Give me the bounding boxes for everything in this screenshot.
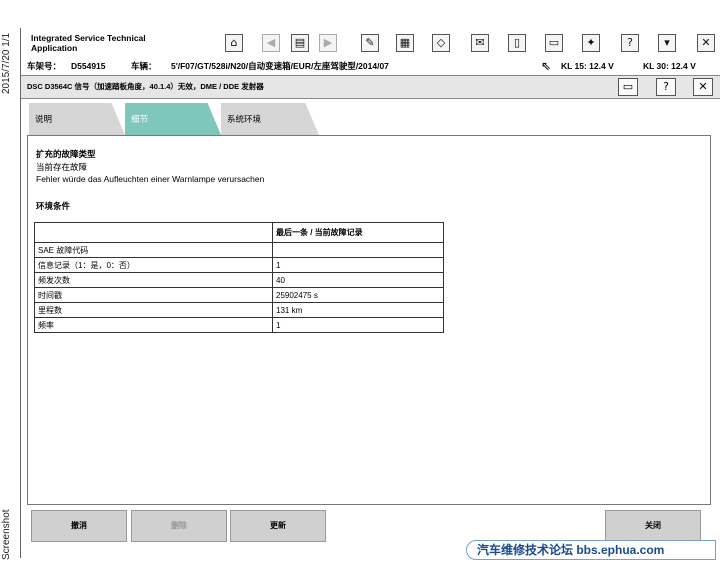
table-cell: 131 km: [272, 302, 444, 318]
table-header-cell: 最后一条 / 当前故障记录: [272, 222, 444, 243]
print-icon[interactable]: ▭: [618, 78, 638, 96]
overview-icon[interactable]: ▤: [291, 34, 309, 52]
eraser-icon[interactable]: ◇: [432, 34, 450, 52]
app-title: Integrated Service Technical Application: [31, 33, 146, 53]
table-cell: 时间戳: [34, 287, 273, 303]
table-row: SAE 故障代码: [34, 242, 444, 258]
close-icon[interactable]: ✕: [693, 78, 713, 96]
forum-watermark: 汽车维修技术论坛 bbs.ephua.com: [466, 540, 716, 560]
help-icon[interactable]: ?: [621, 34, 639, 52]
delete-button[interactable]: 删除: [131, 510, 227, 542]
kl15-voltage: KL 15: 12.4 V: [561, 61, 614, 71]
table-row: 信息记录（1：是，0：否） 1: [34, 257, 444, 273]
vehicle-info-bar: 车架号： D554915 车辆： 5'/F07/GT/528i/N20/自动变速…: [21, 58, 720, 74]
cancel-button[interactable]: 撤消: [31, 510, 127, 542]
table-row: 里程数 131 km: [34, 302, 444, 318]
update-button[interactable]: 更新: [230, 510, 326, 542]
kl30-voltage: KL 30: 12.4 V: [643, 61, 696, 71]
table-cell: 1: [272, 317, 444, 333]
close-button[interactable]: 关闭: [605, 510, 701, 542]
table-cell: 1: [272, 257, 444, 273]
fault-title: DSC D3564C 信号（加速踏板角度，40.1.4）无效，DME / DDE…: [27, 82, 264, 91]
vin-label: 车架号：: [27, 61, 62, 71]
battery-icon[interactable]: ▯: [508, 34, 526, 52]
wrench-icon[interactable]: ✎: [361, 34, 379, 52]
forward-icon[interactable]: ▶: [319, 34, 337, 52]
close-icon[interactable]: ✕: [697, 34, 715, 52]
back-icon[interactable]: ◀: [262, 34, 280, 52]
table-cell: 25902475 s: [272, 287, 444, 303]
table-row: 频发次数 40: [34, 272, 444, 288]
minimize-icon[interactable]: ▾: [658, 34, 676, 52]
fault-line-2: Fehler würde das Aufleuchten einer Warnl…: [36, 174, 265, 184]
adjust-icon[interactable]: ✦: [582, 34, 600, 52]
environment-table: 最后一条 / 当前故障记录 SAE 故障代码 信息记录（1：是，0：否） 1 频…: [34, 222, 444, 333]
tab-description[interactable]: 说明: [29, 103, 125, 135]
title-bar: Integrated Service Technical Application…: [21, 28, 720, 58]
table-header-cell: [34, 222, 273, 243]
ista-window: Integrated Service Technical Application…: [20, 28, 720, 558]
vin-value: D554915: [71, 61, 106, 71]
table-cell: 频发次数: [34, 272, 273, 288]
diagnosis-icon[interactable]: ▦: [396, 34, 414, 52]
mail-icon[interactable]: ✉: [471, 34, 489, 52]
print-date: 2015/7/20 1/1: [1, 32, 12, 94]
table-cell: 40: [272, 272, 444, 288]
table-cell: SAE 故障代码: [34, 242, 273, 258]
table-row: 时间戳 25902475 s: [34, 287, 444, 303]
table-cell: [272, 242, 444, 258]
home-icon[interactable]: ⌂: [225, 34, 243, 52]
tab-bar: 说明 细节 系统环境: [29, 103, 719, 135]
mouse-cursor-icon: ⇖: [541, 59, 552, 73]
details-panel: 扩充的故障类型 当前存在故障 Fehler würde das Aufleuch…: [27, 135, 711, 505]
vehicle-value: 5'/F07/GT/528i/N20/自动变速箱/EUR/左座驾驶型/2014/…: [171, 61, 389, 71]
fault-line-1: 当前存在故障: [36, 162, 88, 172]
table-cell: 里程数: [34, 302, 273, 318]
table-row: 频率 1: [34, 317, 444, 333]
tab-system-environment[interactable]: 系统环境: [221, 103, 319, 135]
table-cell: 信息记录（1：是，0：否）: [34, 257, 273, 273]
vehicle-label: 车辆：: [131, 61, 157, 71]
help-icon[interactable]: ?: [656, 78, 676, 96]
tab-details[interactable]: 细节: [125, 103, 221, 135]
table-cell: 频率: [34, 317, 273, 333]
module-header: DSC D3564C 信号（加速踏板角度，40.1.4）无效，DME / DDE…: [21, 75, 720, 99]
print-label: Screenshot: [1, 509, 12, 560]
table-header-row: 最后一条 / 当前故障记录: [34, 222, 444, 243]
fault-type-heading: 扩充的故障类型: [36, 149, 96, 159]
env-heading: 环境条件: [36, 201, 71, 211]
print-icon[interactable]: ▭: [545, 34, 563, 52]
